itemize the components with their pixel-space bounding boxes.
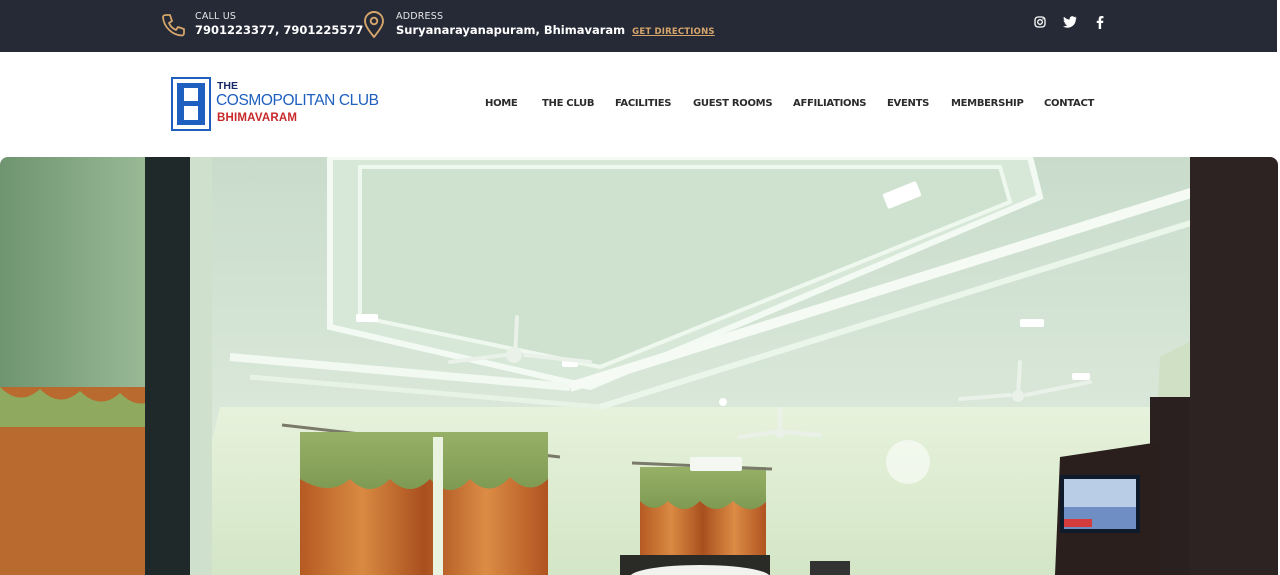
phone-numbers[interactable]: 7901223377, 7901225577 [195,24,363,37]
nav-item-contact[interactable]: CONTACT [1044,98,1094,109]
nav-item-home[interactable]: HOME [485,98,518,109]
twitter-icon[interactable] [1063,15,1077,29]
social-links [1033,15,1107,29]
address-value: Suryanarayanapuram, Bhimavaram [396,23,626,38]
nav-item-guest-rooms[interactable]: GUEST ROOMS [693,98,773,109]
address-block: ADDRESS Suryanarayanapuram, Bhimavaram G… [361,10,715,40]
nav-item-affiliations[interactable]: AFFILIATIONS [793,98,867,109]
get-directions-link[interactable]: GET DIRECTIONS [632,27,715,38]
site-header: THE COSMOPOLITAN CLUB BHIMAVARAM HOME TH… [0,52,1280,157]
nav-item-membership[interactable]: MEMBERSHIP [951,98,1024,109]
top-info-bar: CALL US 7901223377, 7901225577 ADDRESS S… [0,0,1280,52]
call-us-block[interactable]: CALL US 7901223377, 7901225577 [160,10,363,40]
guest-room-photo [0,157,1278,575]
facebook-icon[interactable] [1093,15,1107,29]
phone-icon [160,11,186,39]
logo-text-the: THE [217,80,238,92]
location-pin-icon [361,11,387,39]
nav-item-facilities[interactable]: FACILITIES [615,98,671,109]
main-nav: HOME THE CLUB FACILITIES GUEST ROOMS AFF… [0,98,1280,114]
instagram-icon[interactable] [1033,15,1047,29]
nav-item-events[interactable]: EVENTS [887,98,929,109]
nav-item-the-club[interactable]: THE CLUB [542,98,595,109]
hero-banner [0,157,1278,575]
address-label: ADDRESS [396,11,444,23]
call-us-label: CALL US [195,11,237,23]
